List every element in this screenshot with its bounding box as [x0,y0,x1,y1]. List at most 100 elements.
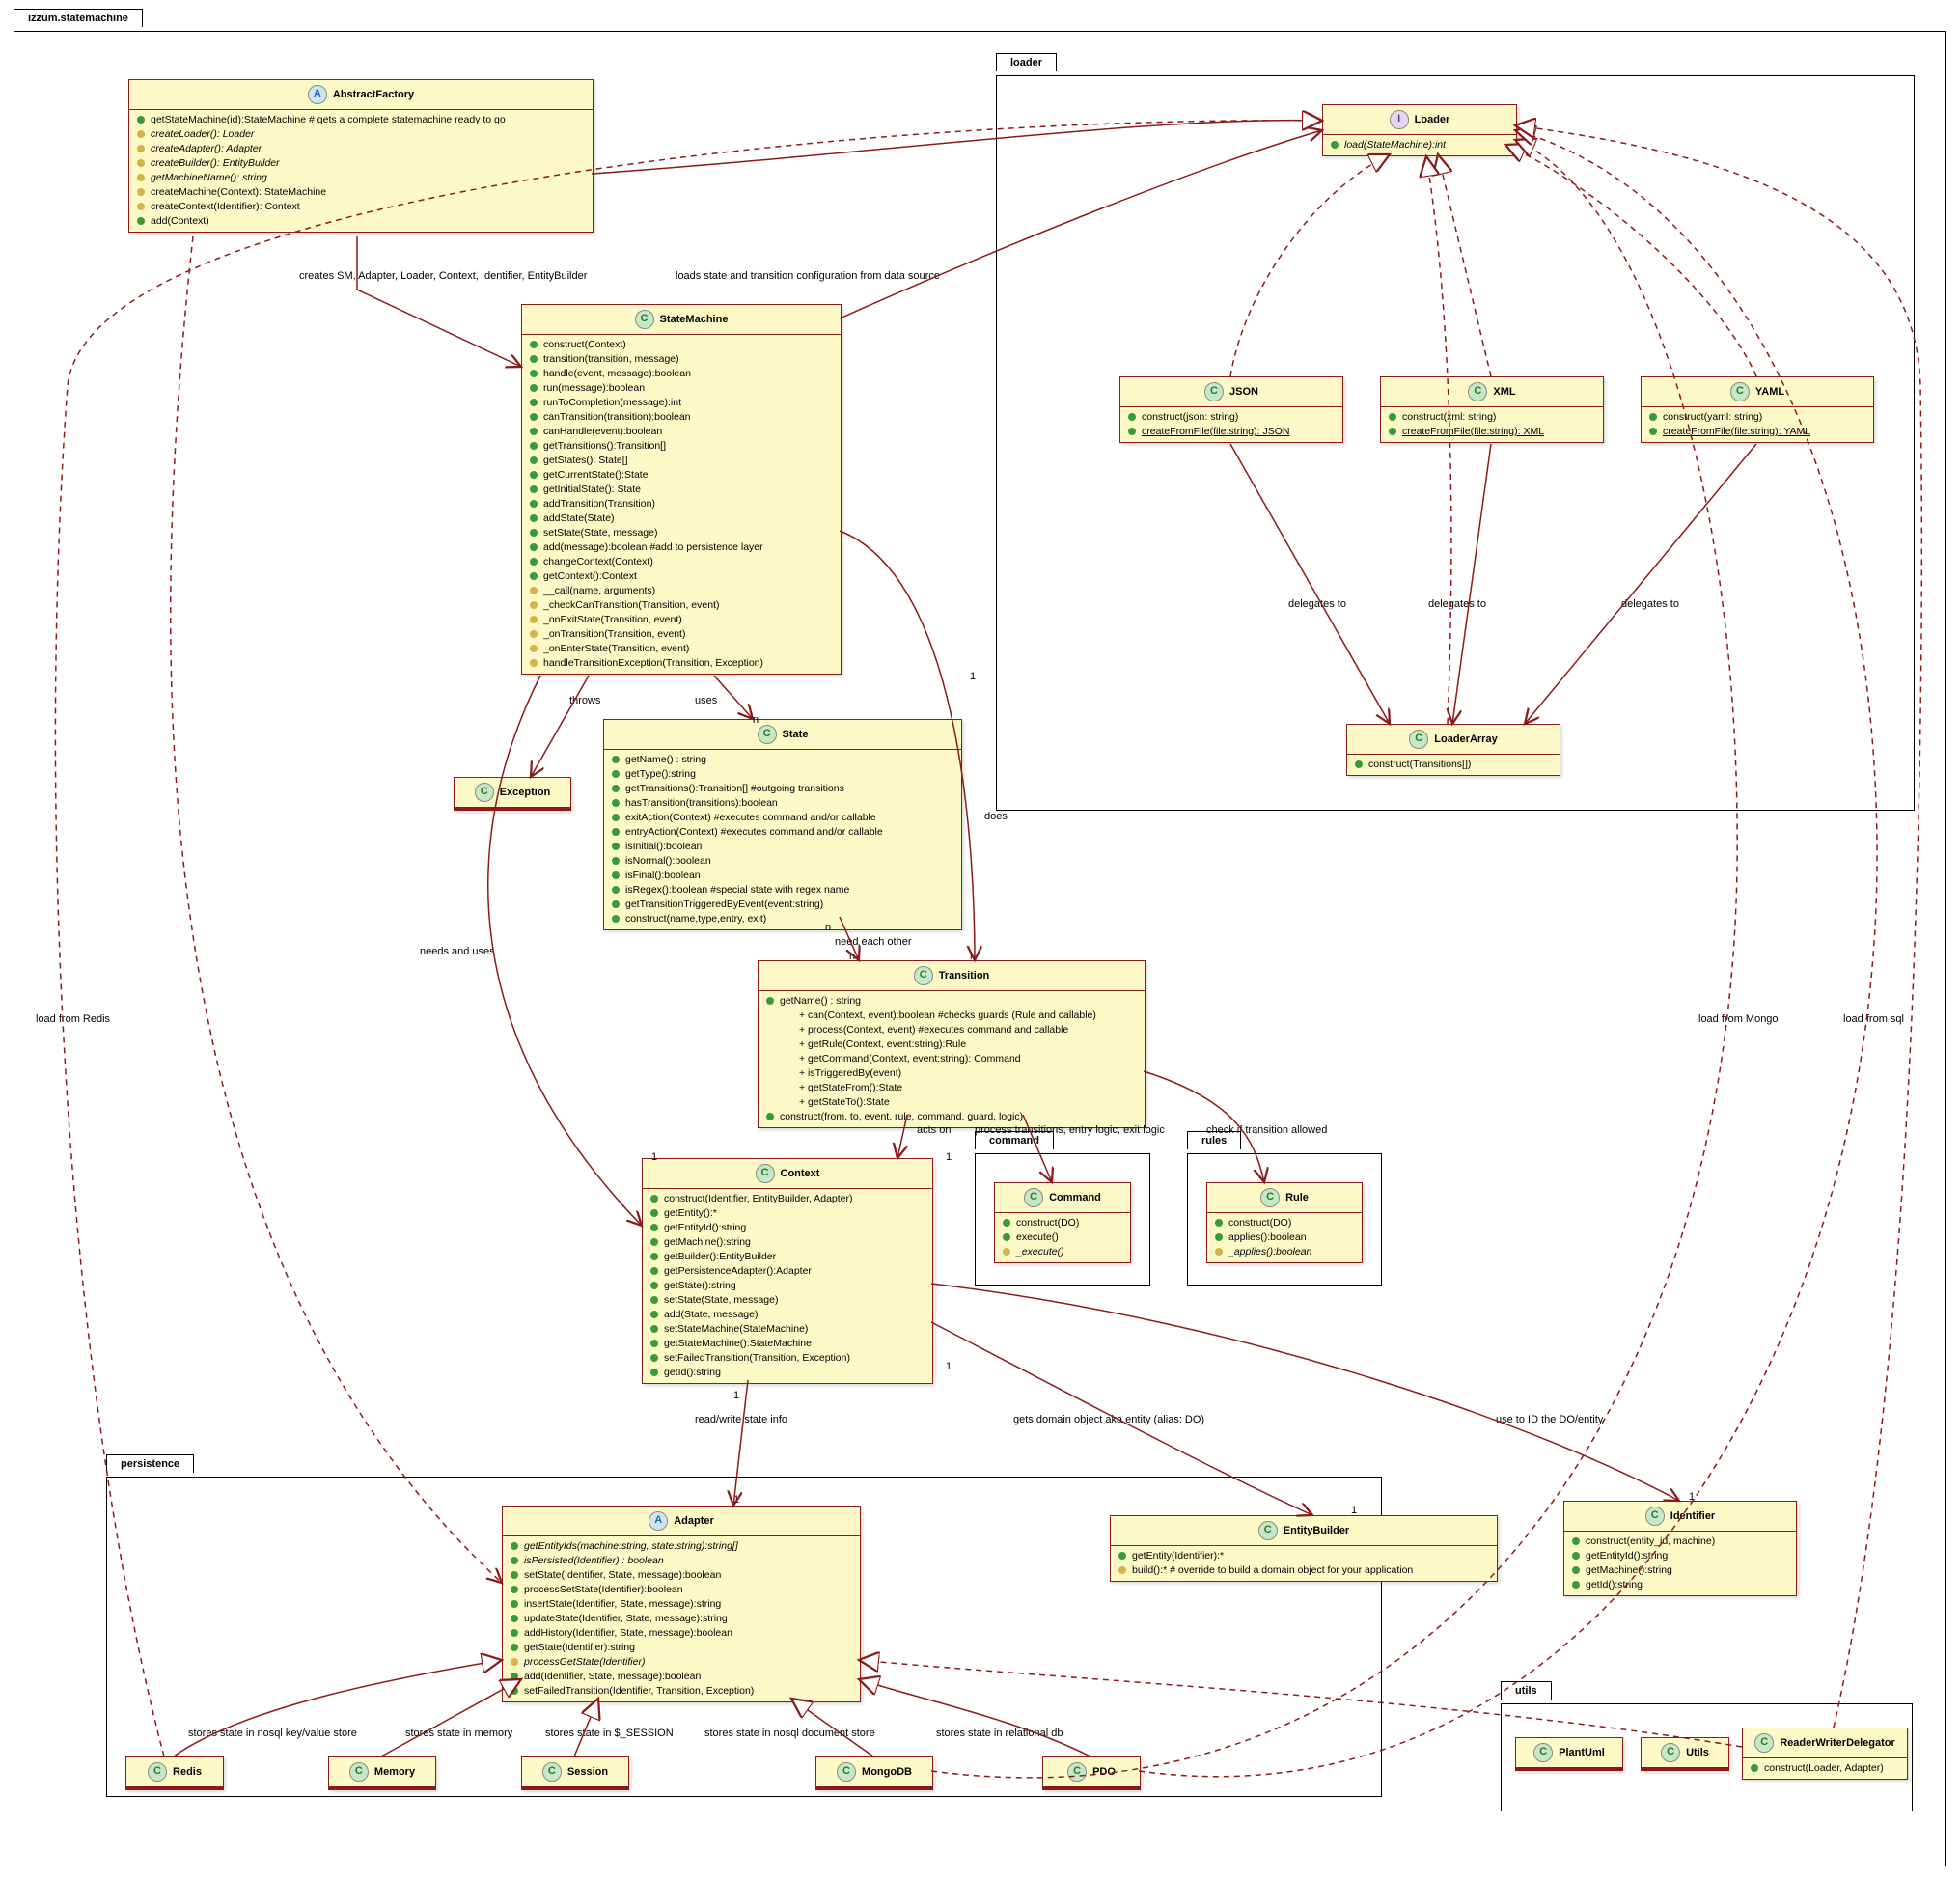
method: + isTriggeredBy(event) [759,1066,1145,1081]
method: execute() [995,1230,1130,1245]
rel-label: creates SM, Adapter, Loader, Context, Id… [299,270,587,282]
package-utils-label: utils [1501,1681,1552,1700]
mult-label: n [849,951,855,962]
method: applies():boolean [1207,1230,1362,1245]
method: setStateMachine(StateMachine) [643,1322,932,1337]
method: add(Context) [129,214,593,229]
method: hasTransition(transitions):boolean [604,796,961,811]
method: getTransitionTriggeredByEvent(event:stri… [604,898,961,912]
method: getName() : string [759,994,1145,1009]
rel-label: stores state in $_SESSION [545,1728,674,1739]
class-icon: C [1754,1733,1774,1753]
class-icon: C [475,783,494,802]
method: createBuilder(): EntityBuilder [129,156,593,171]
method: + getStateFrom():State [759,1081,1145,1095]
rel-label: delegates to [1621,598,1679,610]
class-icon: C [758,725,777,744]
rel-label: acts on [917,1124,951,1136]
method: + getRule(Context, event:string):Rule [759,1037,1145,1052]
class-members: getName() : string getType():string getT… [604,750,961,929]
method: construct(json: string) [1120,410,1342,425]
method: addState(State) [522,511,841,526]
class-transition: CTransition getName() : string + can(Con… [758,960,1146,1128]
class-readerwriterdelegator: C ReaderWriterDelegator construct(Loader,… [1742,1728,1908,1780]
class-icon: C [756,1164,775,1183]
class-icon: C [837,1762,856,1782]
method: insertState(Identifier, State, message):… [503,1597,860,1612]
class-title: CEntityBuilder [1111,1516,1497,1546]
method: construct(DO) [1207,1216,1362,1230]
class-title: CTransition [759,961,1145,991]
class-name: Command [1049,1192,1101,1203]
method: getCurrentState():State [522,468,841,483]
class-icon: C [1260,1188,1280,1207]
class-title: CRule [1207,1183,1362,1213]
class-icon: C [1661,1743,1680,1762]
class-members: construct(xml: string) createFromFile(fi… [1381,407,1603,442]
rel-label: stores state in memory [405,1728,512,1739]
method: construct(from, to, event, rule, command… [759,1110,1145,1124]
class-json: CJSON construct(json: string) createFrom… [1119,376,1343,443]
class-members: load(StateMachine):int [1323,135,1516,155]
class-name: Identifier [1670,1510,1715,1522]
class-members: construct(Transitions[]) [1347,755,1560,775]
class-members: getName() : string + can(Context, event)… [759,991,1145,1127]
method: + getStateTo():State [759,1095,1145,1110]
interface-loader: ILoader load(StateMachine):int [1322,104,1517,156]
rel-label: use to ID the DO/entity [1496,1414,1603,1425]
class-command: CCommand construct(DO) execute() _execut… [994,1182,1131,1263]
method: updateState(Identifier, State, message):… [503,1612,860,1626]
class-title: CIdentifier [1564,1502,1796,1532]
method: isPersisted(Identifier) : boolean [503,1554,860,1568]
class-members: getEntityIds(machine:string, state:strin… [503,1536,860,1701]
method: getEntityIds(machine:string, state:strin… [503,1539,860,1554]
method: construct(Loader, Adapter) [1743,1761,1907,1776]
method: processGetState(Identifier) [503,1655,860,1670]
class-title: C YAML [1642,377,1873,407]
class-name: AbstractFactory [333,89,414,100]
class-icon: C [542,1762,562,1782]
class-title: CException [455,778,570,808]
class-context: CContext construct(Identifier, EntityBui… [642,1158,933,1384]
method: getMachine():string [1564,1563,1796,1578]
method: setFailedTransition(Transition, Exceptio… [643,1351,932,1366]
mult-label: 1 [946,1151,952,1163]
mult-label: 1 [733,1390,739,1401]
rel-label: stores state in nosql key/value store [188,1728,357,1739]
class-name: ReaderWriterDelegator [1780,1737,1895,1749]
mult-label: 1 [651,1151,657,1163]
method: getEntity():* [643,1206,932,1221]
abstract-class-icon: A [308,85,327,104]
method: _onExitState(Transition, event) [522,613,841,627]
method: construct(xml: string) [1381,410,1603,425]
method: getName() : string [604,753,961,767]
class-members: construct(entity_id, machine) getEntityI… [1564,1532,1796,1595]
rel-label: throws [569,695,600,706]
mult-label: n [825,922,831,933]
class-icon: C [1730,382,1750,401]
class-title: A AbstractFactory [129,80,593,110]
class-name: YAML [1755,386,1784,398]
class-title: CCommand [995,1183,1130,1213]
package-loader-label: loader [996,53,1057,71]
class-name: Loader [1415,114,1450,125]
method: construct(entity_id, machine) [1564,1534,1796,1549]
rel-label: delegates to [1428,598,1486,610]
rel-label: uses [695,695,717,706]
mult-label: 1 [1351,1505,1357,1516]
method: getStateMachine():StateMachine [643,1337,932,1351]
class-name: Redis [173,1766,202,1778]
method: createAdapter(): Adapter [129,142,593,156]
class-pdo: CPDO [1042,1756,1141,1790]
class-members: construct(json: string) createFromFile(f… [1120,407,1342,442]
method: createFromFile(file:string): JSON [1120,425,1342,439]
class-members: construct(Context) transition(transition… [522,335,841,674]
rel-label: need each other [835,936,912,948]
method: __call(name, arguments) [522,584,841,598]
method: getId():string [643,1366,932,1380]
rel-label: gets domain object aka entity (alias: DO… [1013,1414,1204,1425]
method: setState(State, message) [522,526,841,540]
class-icon: C [349,1762,369,1782]
method: getEntity(Identifier):* [1111,1549,1497,1563]
method: _checkCanTransition(Transition, event) [522,598,841,613]
